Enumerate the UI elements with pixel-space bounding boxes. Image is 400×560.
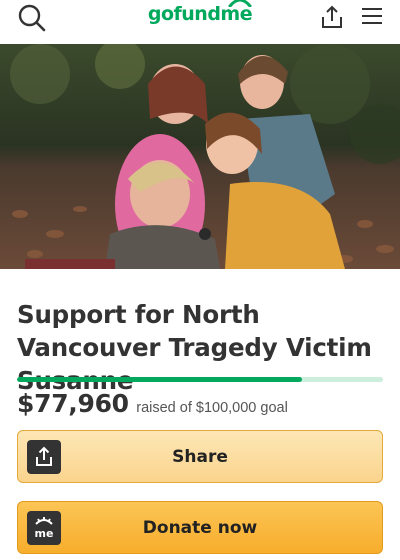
family-photo-image	[0, 44, 400, 269]
top-nav-bar: gofundme	[0, 0, 400, 36]
raised-amount: $77,960	[17, 389, 129, 418]
campaign-title: Support for North Vancouver Tragedy Vict…	[17, 300, 372, 395]
goal-text: raised of $100,000 goal	[136, 400, 288, 416]
logo-sunburst-icon	[228, 0, 252, 7]
share-button-label: Share	[172, 446, 228, 467]
donate-now-button[interactable]: me Donate now	[17, 501, 383, 554]
progress-fill	[17, 377, 303, 382]
fundraising-progress-bar	[17, 377, 383, 382]
donate-button-label: Donate now	[142, 517, 258, 538]
hamburger-menu-icon[interactable]	[361, 6, 383, 26]
raised-summary: $77,960 raised of $100,000 goal	[17, 389, 387, 418]
campaign-hero-image	[0, 44, 400, 269]
share-button[interactable]: Share	[17, 430, 383, 483]
share-icon[interactable]	[318, 3, 346, 31]
